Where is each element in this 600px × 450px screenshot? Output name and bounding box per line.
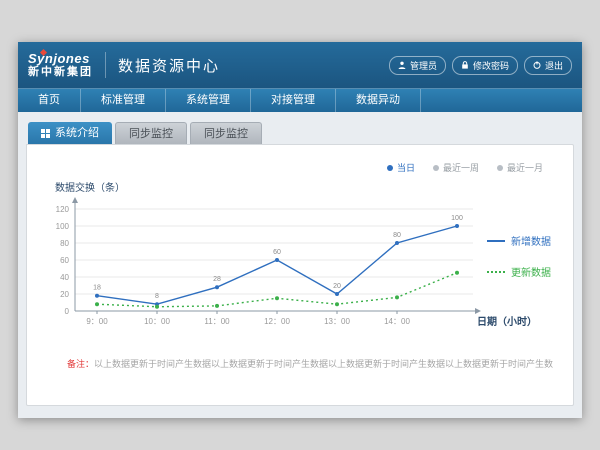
tab-label: 系统介绍 (55, 122, 99, 144)
svg-text:100: 100 (451, 215, 463, 222)
filter-last-week[interactable]: 最近一周 (433, 161, 479, 174)
svg-text:80: 80 (393, 232, 401, 239)
time-filter-legend: 当日 最近一周 最近一月 (387, 161, 543, 174)
user-label: 管理员 (410, 59, 437, 72)
power-icon (533, 61, 541, 69)
svg-text:40: 40 (60, 273, 69, 282)
user-icon (398, 61, 406, 69)
solid-line-icon (487, 240, 505, 242)
nav-item-standard-mgmt[interactable]: 标准管理 (81, 89, 166, 112)
grid-icon (41, 129, 50, 138)
filter-label: 最近一周 (443, 161, 479, 174)
tab-label: 同步监控 (204, 123, 248, 145)
logout-label: 退出 (545, 59, 563, 72)
logo-text: Synjones (28, 52, 93, 66)
footnote-text: 以上数据更新于时间产生数据以上数据更新于时间产生数据以上数据更新于时间产生数据以… (94, 359, 553, 369)
tab-system-intro[interactable]: 系统介绍 (28, 122, 112, 144)
svg-text:28: 28 (213, 276, 221, 283)
svg-text:12：00: 12：00 (264, 317, 290, 326)
dot-icon (497, 165, 503, 171)
nav-item-home[interactable]: 首页 (18, 89, 81, 112)
svg-text:0: 0 (65, 307, 70, 316)
header-divider (105, 52, 106, 78)
svg-text:20: 20 (60, 290, 69, 299)
legend-new-data[interactable]: 新增数据 (487, 233, 567, 248)
nav-item-data-change[interactable]: 数据异动 (336, 89, 421, 112)
legend-label: 更新数据 (511, 264, 551, 279)
page-title: 数据资源中心 (118, 55, 220, 76)
svg-text:60: 60 (273, 249, 281, 256)
svg-text:20: 20 (333, 283, 341, 290)
logo-subtitle: 新中新集团 (28, 66, 93, 78)
svg-text:18: 18 (93, 285, 101, 292)
app-window: Synjones 新中新集团 数据资源中心 管理员 修改密码 (18, 42, 582, 418)
x-axis-title: 日期（小时） (477, 313, 537, 328)
app-header: Synjones 新中新集团 数据资源中心 管理员 修改密码 (18, 42, 582, 88)
filter-label: 当日 (397, 161, 415, 174)
tab-sync-monitor-1[interactable]: 同步监控 (115, 122, 187, 144)
legend-label: 新增数据 (511, 233, 551, 248)
svg-text:11：00: 11：00 (204, 317, 230, 326)
dot-icon (433, 165, 439, 171)
svg-text:120: 120 (56, 205, 70, 214)
user-button[interactable]: 管理员 (389, 56, 446, 75)
filter-label: 最近一月 (507, 161, 543, 174)
svg-text:10：00: 10：00 (144, 317, 170, 326)
filter-last-month[interactable]: 最近一月 (497, 161, 543, 174)
change-password-button[interactable]: 修改密码 (452, 56, 518, 75)
nav-item-system-mgmt[interactable]: 系统管理 (166, 89, 251, 112)
tab-label: 同步监控 (129, 123, 173, 145)
line-chart: 0 20 40 60 80 100 120 9：00 10：00 11：00 12：00 13：00 1… (41, 193, 501, 335)
company-logo: Synjones 新中新集团 (28, 52, 93, 78)
tab-sync-monitor-2[interactable]: 同步监控 (190, 122, 262, 144)
legend-updated-data[interactable]: 更新数据 (487, 264, 567, 279)
svg-text:8: 8 (155, 293, 159, 300)
series-legend: 新增数据 更新数据 (487, 233, 567, 295)
svg-text:13：00: 13：00 (324, 317, 350, 326)
header-actions: 管理员 修改密码 退出 (389, 56, 572, 75)
content-area: 系统介绍 同步监控 同步监控 当日 最近一周 (18, 112, 582, 418)
main-nav: 首页 标准管理 系统管理 对接管理 数据异动 (18, 88, 582, 112)
filter-today[interactable]: 当日 (387, 161, 415, 174)
dotted-line-icon (487, 271, 505, 273)
dot-icon (387, 165, 393, 171)
footnote-label: 备注： (67, 359, 94, 369)
footnote: 备注：以上数据更新于时间产生数据以上数据更新于时间产生数据以上数据更新于时间产生… (67, 357, 553, 370)
logout-button[interactable]: 退出 (524, 56, 572, 75)
change-password-label: 修改密码 (473, 59, 509, 72)
tab-bar: 系统介绍 同步监控 同步监控 (28, 122, 574, 144)
svg-text:60: 60 (60, 256, 69, 265)
svg-text:100: 100 (56, 222, 70, 231)
svg-text:80: 80 (60, 239, 69, 248)
nav-item-interface-mgmt[interactable]: 对接管理 (251, 89, 336, 112)
lock-icon (461, 61, 469, 69)
svg-text:9：00: 9：00 (86, 317, 108, 326)
chart-panel: 当日 最近一周 最近一月 数据交换（条） 0 20 40 60 80 100 120 9：00… (26, 144, 574, 406)
svg-text:14：00: 14：00 (384, 317, 410, 326)
y-axis-title: 数据交换（条） (55, 179, 125, 194)
